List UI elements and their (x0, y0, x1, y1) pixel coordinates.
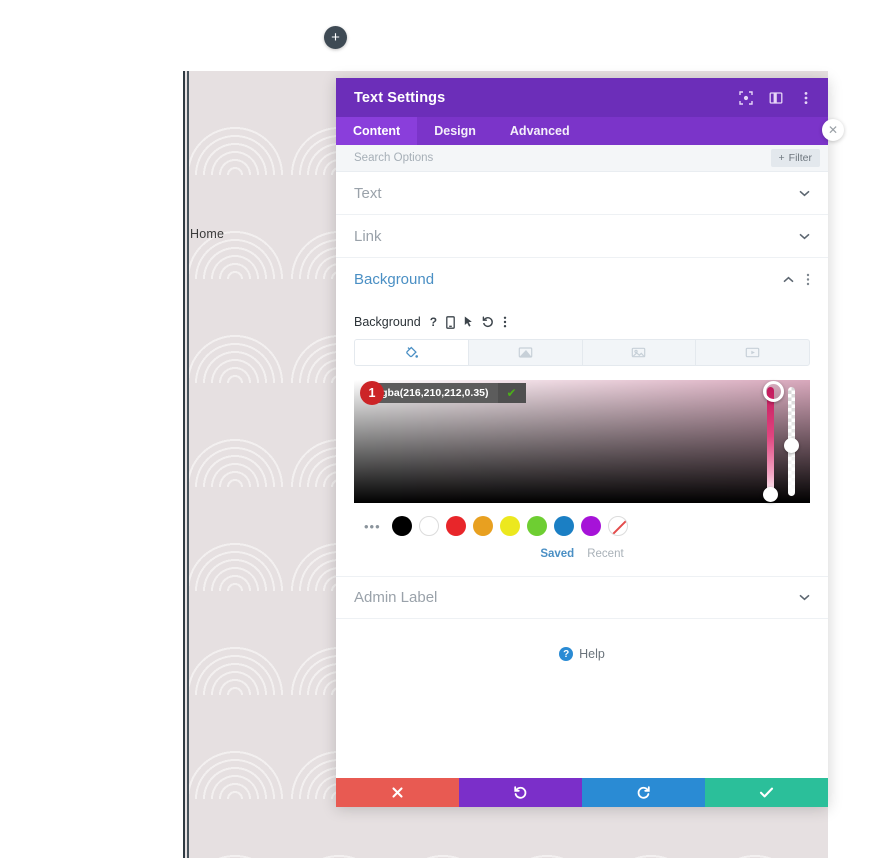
more-vertical-icon[interactable] (503, 316, 507, 328)
add-module-button[interactable]: + (324, 26, 347, 49)
section-link-label: Link (354, 227, 382, 245)
section-admin-label-label: Admin Label (354, 589, 438, 606)
modal-footer (336, 778, 828, 807)
undo-button[interactable] (459, 778, 582, 807)
plus-icon: + (331, 29, 340, 46)
chevron-down-icon (799, 190, 810, 197)
help-question-icon[interactable]: ? (430, 315, 437, 329)
text-settings-modal: Text Settings Content Design Advanced Se… (336, 78, 828, 807)
modal-title: Text Settings (354, 89, 446, 106)
section-admin-label[interactable]: Admin Label (336, 576, 828, 619)
background-section-body: Background ? 1 rgba(216,210,212,0.35) ✔ … (336, 301, 828, 576)
section-background[interactable]: Background (336, 258, 828, 301)
color-confirm-button[interactable]: ✔ (497, 383, 526, 403)
chevron-down-icon (799, 233, 810, 240)
swatch-purple[interactable] (580, 516, 601, 536)
step-badge-1: 1 (360, 381, 384, 405)
swatch-red[interactable] (445, 516, 466, 536)
filter-label: Filter (788, 152, 812, 164)
background-field-label: Background (354, 315, 421, 329)
filter-button[interactable]: + Filter (770, 149, 820, 167)
layout-panel-icon[interactable] (768, 90, 784, 106)
canvas-left-rail-outer (183, 71, 185, 858)
more-vertical-icon[interactable] (806, 273, 810, 286)
more-vertical-icon[interactable] (798, 90, 814, 106)
focus-icon[interactable] (738, 90, 754, 106)
redo-button[interactable] (582, 778, 705, 807)
help-icon: ? (559, 647, 574, 661)
background-video-tab[interactable] (696, 340, 809, 365)
chevron-down-icon (799, 594, 810, 601)
hue-slider-handle-lower[interactable] (763, 487, 778, 502)
page-home-label: Home (190, 227, 225, 241)
swatch-orange[interactable] (472, 516, 493, 536)
modal-body: Text Link Background Background ? 1 rgba… (336, 172, 828, 778)
tab-design[interactable]: Design (417, 117, 493, 145)
chevron-up-icon (783, 276, 794, 283)
saved-colors-tab[interactable]: Saved (540, 548, 574, 560)
more-horizontal-icon[interactable]: ••• (364, 519, 381, 534)
swatch-black[interactable] (391, 516, 412, 536)
color-swatch-row: ••• (354, 516, 810, 536)
help-link[interactable]: ? Help (336, 647, 828, 661)
hover-cursor-icon[interactable] (464, 316, 473, 328)
search-row: + Filter (336, 145, 828, 172)
swatch-green[interactable] (526, 516, 547, 536)
search-input[interactable] (354, 152, 771, 164)
section-text-label: Text (354, 184, 382, 202)
recent-colors-tab[interactable]: Recent (587, 548, 623, 560)
plus-icon: + (778, 152, 785, 164)
cancel-button[interactable] (336, 778, 459, 807)
background-image-tab[interactable] (583, 340, 697, 365)
tab-advanced[interactable]: Advanced (493, 117, 587, 145)
canvas-left-rail-inner (187, 71, 189, 858)
swatch-white[interactable] (418, 516, 439, 536)
modal-header: Text Settings (336, 78, 828, 117)
section-background-label: Background (354, 271, 435, 288)
section-text[interactable]: Text (336, 172, 828, 215)
background-field-row: Background ? (354, 315, 810, 329)
color-value-input[interactable]: rgba(216,210,212,0.35) (368, 383, 498, 403)
background-type-tabs (354, 339, 810, 366)
alpha-slider-handle[interactable] (784, 438, 799, 453)
color-picker[interactable]: 1 rgba(216,210,212,0.35) ✔ (354, 380, 810, 503)
background-color-tab[interactable] (355, 340, 469, 365)
screenshot-root: Home + ✕ Text Settings Content Design Ad… (0, 0, 880, 858)
close-icon: ✕ (827, 123, 839, 137)
responsive-device-icon[interactable] (446, 315, 455, 329)
modal-tab-bar: Content Design Advanced (336, 117, 828, 145)
saved-recent-tabs: Saved Recent (354, 548, 810, 560)
section-link[interactable]: Link (336, 215, 828, 258)
color-value-row: rgba(216,210,212,0.35) ✔ (368, 383, 526, 403)
tab-content[interactable]: Content (336, 117, 418, 145)
swatch-yellow[interactable] (499, 516, 520, 536)
reset-icon[interactable] (482, 316, 494, 328)
swatch-transparent[interactable] (607, 516, 628, 536)
hue-slider-handle[interactable] (763, 381, 784, 402)
modal-header-actions (738, 90, 814, 106)
save-button[interactable] (705, 778, 828, 807)
help-label: Help (579, 647, 605, 661)
close-overlay-button[interactable]: ✕ (822, 119, 844, 141)
swatch-blue[interactable] (553, 516, 574, 536)
background-gradient-tab[interactable] (469, 340, 583, 365)
hue-slider[interactable] (767, 387, 774, 496)
